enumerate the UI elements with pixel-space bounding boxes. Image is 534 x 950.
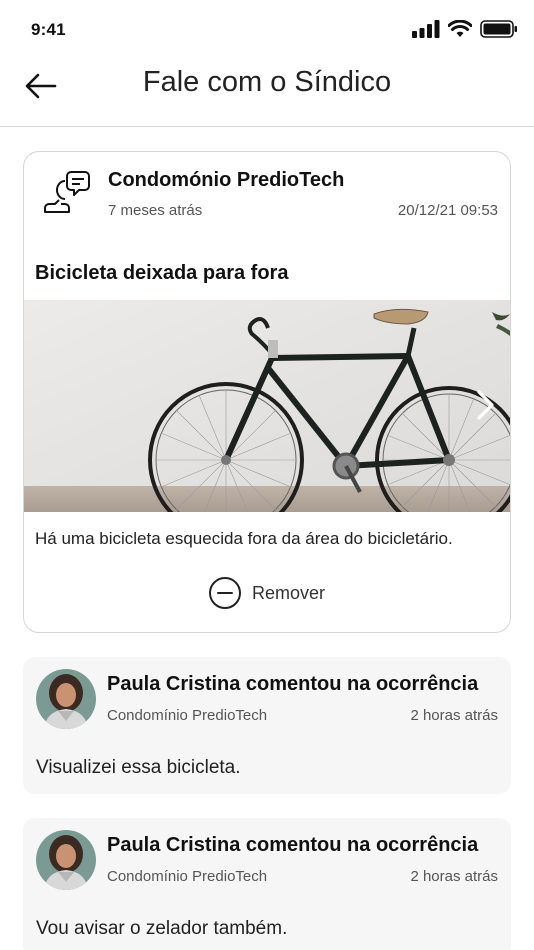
status-icons — [412, 20, 518, 38]
comment-title: Paula Cristina comentou na ocorrência — [107, 673, 479, 695]
comment-condominium: Condomínio PredioTech — [107, 868, 268, 885]
minus-circle-icon — [209, 577, 241, 609]
comment-text: Vou avisar o zelador também. — [36, 918, 288, 939]
avatar — [36, 830, 96, 890]
chevron-right-icon[interactable] — [472, 388, 498, 422]
header: Fale com o Síndico — [0, 60, 534, 127]
comment-text: Visualizei essa bicicleta. — [36, 757, 241, 778]
remove-button[interactable]: Remover — [208, 576, 325, 610]
page-title: Fale com o Síndico — [142, 66, 392, 98]
post-datetime: 20/12/21 09:53 — [397, 202, 498, 219]
status-bar: 9:41 — [0, 0, 534, 60]
comment-card: Paula Cristina comentou na ocorrência Co… — [23, 657, 511, 794]
comment-relative-time: 2 horas atrás — [410, 707, 498, 724]
occurrence-card: Condomónio PredioTech 7 meses atrás 20/1… — [23, 151, 511, 633]
bicycle-photo — [24, 300, 510, 512]
post-relative-time: 7 meses atrás — [108, 202, 203, 219]
comment-condominium: Condomínio PredioTech — [107, 707, 268, 724]
status-time: 9:41 — [31, 20, 66, 39]
signal-icon — [412, 20, 440, 38]
chat-bubble-person-icon — [44, 171, 90, 213]
avatar — [36, 669, 96, 729]
post-description: Há uma bicicleta esquecida fora da área … — [35, 529, 453, 548]
battery-icon — [480, 20, 517, 38]
comment-card: Paula Cristina comentou na ocorrência Co… — [23, 818, 511, 950]
post-title: Bicicleta deixada para fora — [35, 262, 289, 284]
comment-title: Paula Cristina comentou na ocorrência — [107, 834, 479, 856]
remove-label: Remover — [252, 582, 326, 603]
wifi-icon — [448, 20, 472, 37]
comment-relative-time: 2 horas atrás — [410, 868, 498, 885]
post-author: Condomónio PredioTech — [108, 169, 345, 191]
